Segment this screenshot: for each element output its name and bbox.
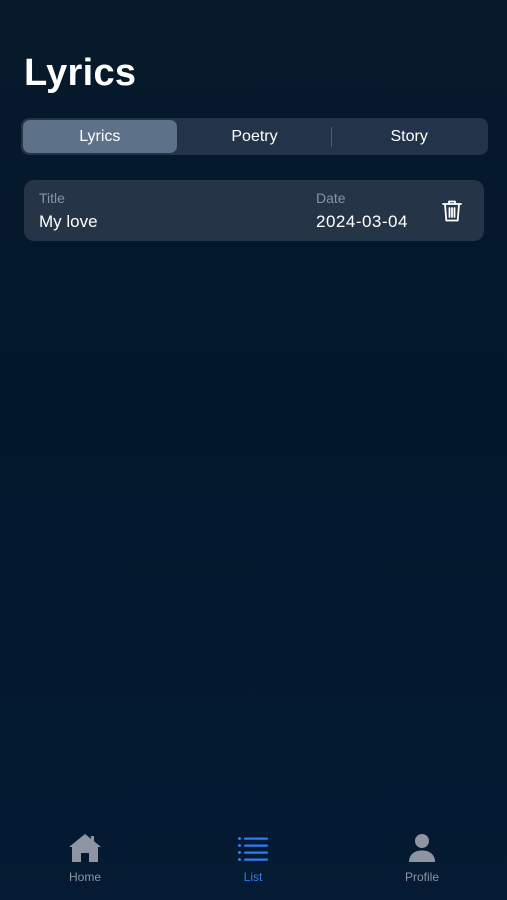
tab-list-label: List <box>243 870 263 884</box>
page-title: Lyrics <box>24 52 137 94</box>
segment-poetry[interactable]: Poetry <box>178 120 332 153</box>
tab-home-label: Home <box>68 870 101 884</box>
tab-bar: Home List Profile <box>0 820 507 900</box>
segment-story[interactable]: Story <box>332 120 486 153</box>
segment-poetry-label: Poetry <box>231 127 278 145</box>
tab-list[interactable]: List <box>208 832 298 888</box>
tab-profile[interactable]: Profile <box>377 832 467 888</box>
entry-card[interactable]: Title My love Date 2024-03-04 <box>24 180 484 241</box>
list-icon <box>235 832 271 864</box>
segment-lyrics[interactable]: Lyrics <box>23 120 177 153</box>
title-label: Title <box>39 190 65 206</box>
trash-icon[interactable] <box>441 199 463 223</box>
date-label: Date <box>316 190 346 206</box>
entry-date: 2024-03-04 <box>316 212 408 231</box>
entry-title: My love <box>39 212 98 231</box>
home-icon <box>67 832 103 864</box>
segment-lyrics-label: Lyrics <box>79 127 121 145</box>
person-icon <box>404 832 440 864</box>
tab-home[interactable]: Home <box>40 832 130 888</box>
segment-story-label: Story <box>390 127 428 145</box>
category-segmented-control: Lyrics Poetry Story <box>21 118 488 155</box>
tab-profile-label: Profile <box>404 870 439 884</box>
